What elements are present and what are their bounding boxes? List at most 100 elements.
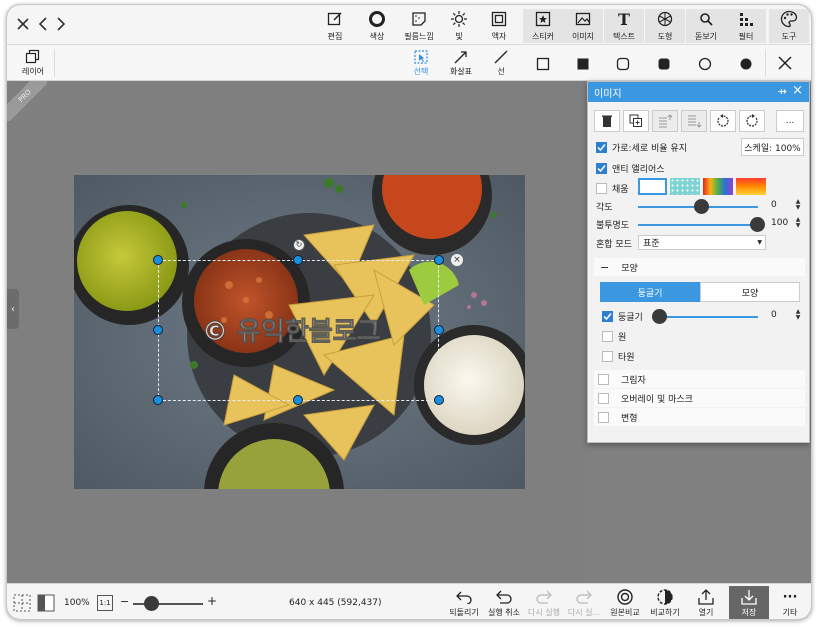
tool-color[interactable]: 색상 [357, 9, 397, 43]
close-icon[interactable]: × [451, 254, 463, 266]
fill-swatch-gradient[interactable] [736, 178, 766, 195]
rounded-rect-outline-icon[interactable] [616, 57, 630, 71]
transform-section[interactable]: 변형 [594, 408, 805, 426]
rotate-right-button[interactable] [739, 110, 765, 132]
opacity-knob[interactable] [750, 217, 765, 232]
round-knob[interactable] [652, 309, 667, 324]
chevron-down-icon: ▼ [757, 239, 762, 246]
line-tool[interactable]: 선 [483, 49, 519, 79]
shadow-section[interactable]: 그림자 [594, 370, 805, 388]
rounded-rect-filled-icon[interactable] [657, 57, 671, 71]
actual-size-button[interactable]: 1:1 [97, 595, 113, 611]
compare-original-button[interactable]: 원본비교 [606, 588, 644, 619]
opacity-value[interactable]: 100 [771, 218, 788, 228]
undo-button[interactable]: 실행 취소 [485, 588, 523, 619]
bring-forward-button[interactable] [652, 110, 678, 132]
canvas-area[interactable]: PRO ‹ ↻ × © 유익한블로그 [7, 81, 585, 583]
fill-checkbox[interactable] [596, 183, 607, 194]
tool-edit[interactable]: 편집 [315, 9, 355, 43]
ellipse-checkbox[interactable] [602, 351, 613, 362]
food-photo[interactable]: ↻ × © 유익한블로그 [74, 175, 525, 489]
fill-swatch-rainbow[interactable] [703, 178, 733, 195]
angle-value[interactable]: 0 [771, 200, 777, 210]
zoom-percent[interactable]: 100% [64, 598, 90, 608]
compare-button[interactable]: 비교하기 [646, 588, 684, 619]
resize-handle[interactable] [153, 395, 163, 405]
tool-sticker[interactable]: 스티커 [523, 9, 563, 43]
opacity-slider[interactable] [638, 224, 758, 226]
round-value[interactable]: 0 [771, 310, 777, 320]
rotate-left-button[interactable] [710, 110, 736, 132]
overlay-checkbox[interactable] [598, 392, 609, 404]
scale-field[interactable]: 스케일: 100% [741, 138, 804, 156]
tool-frame[interactable]: 액자 [479, 9, 519, 43]
resize-handle[interactable] [434, 255, 444, 265]
round-stepper-icon[interactable]: ▲ ▼ [794, 309, 802, 321]
overlay-section[interactable]: 오버레이 및 마스크 [594, 389, 805, 407]
forward-icon[interactable] [51, 13, 71, 35]
fill-swatch-pattern[interactable] [670, 178, 700, 195]
revert-button[interactable]: 되돌리기 [445, 588, 483, 619]
arrow-tool[interactable]: 화살표 [443, 49, 479, 79]
tab-shape[interactable]: 모양 [700, 282, 800, 302]
tool-film[interactable]: 필름느낌 [399, 9, 439, 43]
tool-shape[interactable]: 도형 [645, 9, 685, 43]
panel-title: 이미지 [594, 88, 622, 100]
tool-image[interactable]: 이미지 [563, 9, 603, 43]
tool-magnifier[interactable]: 돋보기 [686, 9, 726, 43]
circle-filled-icon[interactable] [739, 57, 753, 71]
zoom-out-button[interactable]: − [120, 595, 129, 608]
tool-text[interactable]: T 텍스트 [604, 9, 644, 43]
redo-button[interactable]: 다시 실행 [525, 588, 563, 619]
tool-filter[interactable]: 필터 [726, 9, 766, 43]
close-icon[interactable] [13, 13, 33, 35]
close-icon[interactable] [777, 55, 793, 71]
circle-outline-icon[interactable] [698, 57, 712, 71]
zoom-knob[interactable] [144, 596, 159, 611]
send-backward-button[interactable] [681, 110, 707, 132]
resize-handle[interactable] [153, 255, 163, 265]
tab-round[interactable]: 둥글기 [600, 282, 700, 302]
resize-handle[interactable] [293, 255, 303, 265]
select-tool[interactable]: 선택 [403, 49, 439, 79]
resize-handle[interactable] [434, 325, 444, 335]
shadow-checkbox[interactable] [598, 373, 609, 385]
rotate-handle-icon[interactable]: ↻ [293, 239, 305, 251]
shape-section-header[interactable]: − 모양 [594, 258, 805, 276]
open-button[interactable]: 열기 [688, 588, 724, 619]
pin-icon[interactable]: ⇸ [778, 85, 787, 98]
close-icon[interactable]: × [792, 83, 803, 98]
chevron-left-icon[interactable]: ‹ [7, 289, 19, 329]
angle-knob[interactable] [694, 199, 709, 214]
round-checkbox[interactable] [602, 311, 613, 322]
rect-filled-icon[interactable] [576, 57, 590, 71]
antialias-checkbox[interactable] [596, 163, 607, 174]
duplicate-button[interactable] [623, 110, 649, 132]
rect-outline-icon[interactable] [536, 57, 550, 71]
more-options-button[interactable]: ... [776, 110, 804, 132]
delete-button[interactable] [594, 110, 620, 132]
back-icon[interactable] [33, 13, 53, 35]
blend-mode-select[interactable]: 표준 ▼ [638, 235, 766, 250]
round-slider[interactable] [658, 316, 758, 318]
zoom-in-button[interactable]: + [207, 594, 217, 608]
layer-button[interactable]: 레이어 [15, 49, 51, 79]
zoom-slider[interactable] [133, 596, 203, 611]
angle-stepper-icon[interactable]: ▲ ▼ [794, 199, 802, 211]
arrow-label: 화살표 [449, 67, 473, 76]
resize-handle[interactable] [434, 395, 444, 405]
save-button[interactable]: 저장 [729, 586, 769, 619]
split-view-icon[interactable] [37, 594, 55, 612]
grid-toggle-icon[interactable] [13, 594, 31, 612]
more-button[interactable]: ··· 기타 [775, 588, 805, 619]
keep-ratio-checkbox[interactable] [596, 142, 607, 153]
fill-swatch-white[interactable] [638, 178, 667, 195]
circle-checkbox[interactable] [602, 331, 613, 342]
opacity-stepper-icon[interactable]: ▲ ▼ [794, 217, 802, 229]
redo-more-button[interactable]: 다시 실... [565, 588, 603, 619]
resize-handle[interactable] [293, 395, 303, 405]
tool-light[interactable]: 빛 [439, 9, 479, 43]
tool-palette[interactable]: 도구 [769, 9, 809, 43]
transform-checkbox[interactable] [598, 411, 609, 423]
resize-handle[interactable] [153, 325, 163, 335]
